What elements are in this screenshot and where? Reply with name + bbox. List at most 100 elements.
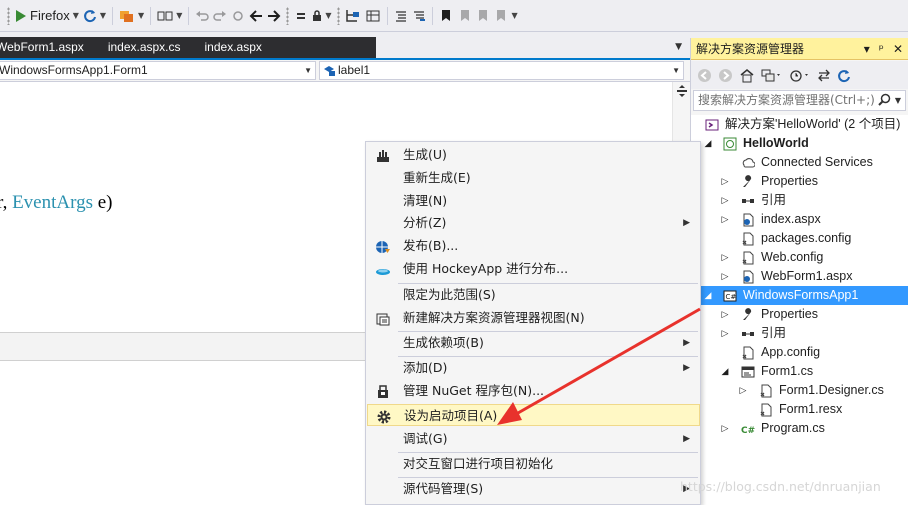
- equals-icon: [297, 12, 306, 19]
- web-project-icon: [723, 137, 737, 151]
- browser-link-button[interactable]: ▼: [117, 5, 146, 27]
- toolbar-grip[interactable]: [286, 6, 290, 25]
- type-dropdown[interactable]: WindowsFormsApp1.Form1 ▼: [0, 61, 316, 80]
- wrench-icon: [743, 308, 752, 320]
- menu-item-analyze[interactable]: 分析(Z) ▶: [367, 212, 700, 234]
- collapse-arrow-icon[interactable]: ◢: [703, 286, 713, 305]
- switch-views-icon[interactable]: [761, 68, 783, 83]
- cycle-button[interactable]: [229, 5, 247, 27]
- tree-view-button[interactable]: [343, 5, 363, 27]
- bookmark-button[interactable]: [437, 5, 455, 27]
- tree-item-app-config[interactable]: App.config: [691, 343, 908, 362]
- menu-item-scope-to-this[interactable]: 限定为此范围(S): [367, 284, 700, 306]
- menu-item-build-dependencies[interactable]: 生成依赖项(B) ▶: [367, 332, 700, 354]
- tab-index-aspx-cs[interactable]: index.aspx.cs: [96, 37, 193, 58]
- back-icon[interactable]: [697, 68, 712, 83]
- lock-button[interactable]: ▼: [310, 5, 333, 27]
- layout-button[interactable]: ▼: [155, 5, 184, 27]
- tab-webform1-aspx[interactable]: WebForm1.aspx: [0, 37, 96, 58]
- toolbar-overflow-icon[interactable]: ▼: [512, 11, 518, 20]
- csharp-file-icon: C#: [741, 426, 755, 436]
- solution-tree: 解决方案'HelloWorld' (2 个项目) ◢ HelloWorld Co…: [691, 115, 908, 505]
- pending-changes-icon[interactable]: [789, 68, 811, 83]
- menu-item-hockeyapp[interactable]: 使用 HockeyApp 进行分布...: [367, 258, 700, 280]
- undo-button[interactable]: [193, 5, 211, 27]
- tree-item-index-aspx[interactable]: ▷ index.aspx: [691, 210, 908, 229]
- menu-item-clean[interactable]: 清理(N): [367, 190, 700, 212]
- menu-item-source-control[interactable]: 源代码管理(S) ▶: [367, 478, 700, 500]
- wrench-icon: [743, 175, 752, 187]
- toolbar-grip[interactable]: [7, 6, 10, 25]
- tree-item-helloworld[interactable]: ◢ HelloWorld: [691, 134, 908, 153]
- nav-forward-button[interactable]: [265, 5, 283, 27]
- tree-item-form1-cs[interactable]: ◢ Form1.cs: [691, 362, 908, 381]
- tree-item-web-config[interactable]: ▷ Web.config: [691, 248, 908, 267]
- home-icon[interactable]: [739, 68, 755, 83]
- menu-item-debug[interactable]: 调试(G) ▶: [367, 428, 700, 450]
- refresh-icon[interactable]: [837, 68, 851, 83]
- solution-explorer-title-bar[interactable]: 解决方案资源管理器 ▾ ᵖ ✕: [691, 38, 908, 60]
- uncomment-button[interactable]: [410, 5, 428, 27]
- tree-item-references[interactable]: ▷ 引用: [691, 191, 908, 210]
- tree-item-windowsformsapp1[interactable]: ◢ C# WindowsFormsApp1: [691, 286, 908, 305]
- tree-item-webform1-aspx[interactable]: ▷ WebForm1.aspx: [691, 267, 908, 286]
- tree-item-label: Web.config: [761, 250, 824, 264]
- navigation-bar: WindowsFormsApp1.Form1 ▼ label1 ▼: [0, 60, 690, 82]
- expand-arrow-icon[interactable]: ▷: [738, 381, 748, 400]
- expand-arrow-icon[interactable]: ▷: [720, 210, 730, 229]
- split-window-icon[interactable]: [676, 84, 688, 98]
- connected-services-icon: [742, 158, 755, 168]
- context-menu: 生成(U) 重新生成(E) 清理(N) 分析(Z) ▶ 发布(B)... 使用 …: [365, 141, 701, 505]
- tree-item-properties[interactable]: ▷ Properties: [691, 172, 908, 191]
- menu-item-build[interactable]: 生成(U): [367, 144, 700, 166]
- start-debug-button[interactable]: Firefox ▼: [13, 5, 81, 27]
- menu-item-manage-nuget[interactable]: 管理 NuGet 程序包(N)...: [367, 380, 700, 402]
- menu-item-initialize-interactive[interactable]: 对交互窗口进行项目初始化: [367, 453, 700, 475]
- pin-button[interactable]: ᵖ: [879, 38, 884, 60]
- window-position-button[interactable]: ▾: [864, 38, 870, 60]
- nav-back-button[interactable]: [247, 5, 265, 27]
- menu-item-new-explorer-view[interactable]: 新建解决方案资源管理器视图(N): [367, 307, 700, 329]
- member-dropdown[interactable]: label1 ▼: [319, 61, 684, 80]
- solution-search-input[interactable]: 搜索解决方案资源管理器(Ctrl+;) ▼: [693, 90, 906, 111]
- tree-item-connected-services[interactable]: Connected Services: [691, 153, 908, 172]
- columns-button[interactable]: [363, 5, 383, 27]
- menu-item-set-startup-project[interactable]: 设为启动项目(A): [367, 404, 700, 426]
- expand-arrow-icon[interactable]: ▷: [720, 191, 730, 210]
- tree-item-packages-config[interactable]: packages.config: [691, 229, 908, 248]
- member-dropdown-value: label1: [338, 63, 371, 77]
- clear-bookmarks-button[interactable]: [491, 5, 509, 27]
- nav-back-icon: [249, 9, 263, 22]
- tree-item-program-cs[interactable]: ▷ C# Program.cs: [691, 419, 908, 438]
- prev-bookmark-button[interactable]: [455, 5, 473, 27]
- next-bookmark-button[interactable]: [473, 5, 491, 27]
- tab-index-aspx[interactable]: index.aspx: [193, 37, 274, 58]
- menu-item-publish[interactable]: 发布(B)...: [367, 235, 700, 257]
- toolbar-grip[interactable]: [336, 6, 340, 25]
- comment-button[interactable]: [392, 5, 410, 27]
- tree-item-solution[interactable]: 解决方案'HelloWorld' (2 个项目): [691, 115, 908, 134]
- equals-button[interactable]: [292, 5, 310, 27]
- tree-item-references[interactable]: ▷ 引用: [691, 324, 908, 343]
- tab-overflow-icon[interactable]: ▼: [675, 42, 682, 52]
- menu-item-add[interactable]: 添加(D) ▶: [367, 357, 700, 379]
- forward-icon[interactable]: [718, 68, 733, 83]
- submenu-arrow-icon: ▶: [683, 434, 690, 444]
- tree-item-form1-designer-cs[interactable]: ▷ Form1.Designer.cs: [691, 381, 908, 400]
- collapse-arrow-icon[interactable]: ◢: [720, 362, 730, 381]
- close-button[interactable]: ✕: [893, 38, 903, 60]
- field-icon: [324, 66, 335, 76]
- expand-arrow-icon[interactable]: ▷: [720, 305, 730, 324]
- expand-arrow-icon[interactable]: ▷: [720, 267, 730, 286]
- collapse-arrow-icon[interactable]: ◢: [703, 134, 713, 153]
- tree-item-form1-resx[interactable]: Form1.resx: [691, 400, 908, 419]
- expand-arrow-icon[interactable]: ▷: [720, 248, 730, 267]
- expand-arrow-icon[interactable]: ▷: [720, 419, 730, 438]
- tree-item-properties[interactable]: ▷ Properties: [691, 305, 908, 324]
- refresh-button[interactable]: ▼: [81, 5, 108, 27]
- redo-button[interactable]: [211, 5, 229, 27]
- expand-arrow-icon[interactable]: ▷: [720, 324, 730, 343]
- expand-arrow-icon[interactable]: ▷: [720, 172, 730, 191]
- sync-icon[interactable]: [817, 68, 831, 83]
- menu-item-rebuild[interactable]: 重新生成(E): [367, 167, 700, 189]
